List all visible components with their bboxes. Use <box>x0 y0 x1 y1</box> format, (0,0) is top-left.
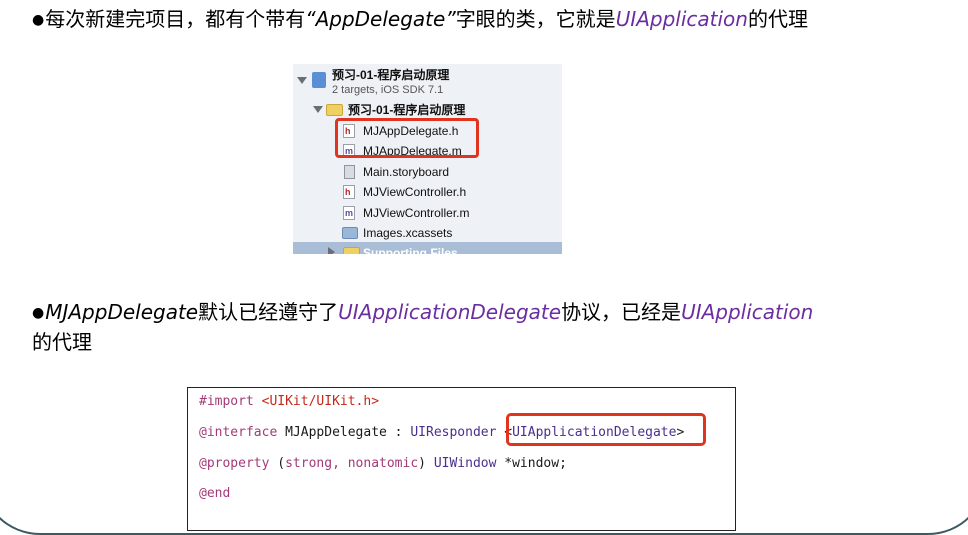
code-line-import: #import <UIKit/UIKit.h> <box>199 394 380 409</box>
text-segment: 每次新建完项目，都有个带有 <box>45 7 306 31</box>
code-line-property: @property (strong, nonatomic) UIWindow *… <box>199 456 567 471</box>
text-segment: 的代理 <box>747 7 808 31</box>
disclosure-triangle-icon[interactable] <box>328 247 335 254</box>
code-snippet-box: #import <UIKit/UIKit.h> @interface MJApp… <box>187 387 736 531</box>
disclosure-triangle-icon[interactable] <box>297 77 307 84</box>
text-uiapplication: UIApplication <box>681 300 814 324</box>
xcode-project-icon <box>312 72 326 88</box>
folder-icon <box>343 247 360 254</box>
folder-icon <box>326 104 343 116</box>
file-item[interactable]: MJViewController.m <box>363 204 469 222</box>
code-line-end: @end <box>199 486 231 501</box>
group-name[interactable]: 预习-01-程序启动原理 <box>348 101 465 119</box>
text-segment: 默认已经遵守了 <box>198 300 339 324</box>
file-item[interactable]: Images.xcassets <box>363 224 452 242</box>
storyboard-file-icon <box>344 165 355 179</box>
file-item[interactable]: Main.storyboard <box>363 163 449 181</box>
annotation-highlight-box <box>335 118 479 158</box>
text-uiapplication: UIApplication <box>615 7 748 31</box>
file-item[interactable]: MJViewController.h <box>363 183 466 201</box>
bullet-dot: ● <box>32 305 45 321</box>
bullet-line-1: ●每次新建完项目，都有个带有“AppDelegate”字眼的类，它就是UIApp… <box>32 3 808 32</box>
m-file-icon: m <box>343 206 355 220</box>
bullet-line-2: ●MJAppDelegate默认已经遵守了UIApplicationDelega… <box>32 296 813 325</box>
annotation-highlight-box <box>506 413 706 446</box>
text-segment: 字眼的类，它就是 <box>455 7 616 31</box>
file-item-partial[interactable]: Supporting Files <box>363 244 458 254</box>
text-mjappdelegate: MJAppDelegate <box>45 300 199 324</box>
disclosure-triangle-icon[interactable] <box>313 106 323 113</box>
text-appdelegate-quote: “AppDelegate” <box>305 7 456 31</box>
assets-folder-icon <box>342 227 358 239</box>
h-file-icon: h <box>343 185 355 199</box>
bullet-dot: ● <box>32 12 45 28</box>
bullet-line-2-continuation: 的代理 <box>32 330 92 354</box>
text-uiapplicationdelegate: UIApplicationDelegate <box>338 300 562 324</box>
xcode-project-navigator: 预习-01-程序启动原理 2 targets, iOS SDK 7.1 预习-0… <box>293 64 562 254</box>
text-segment: 协议，已经是 <box>561 300 682 324</box>
project-subtitle: 2 targets, iOS SDK 7.1 <box>332 84 444 96</box>
